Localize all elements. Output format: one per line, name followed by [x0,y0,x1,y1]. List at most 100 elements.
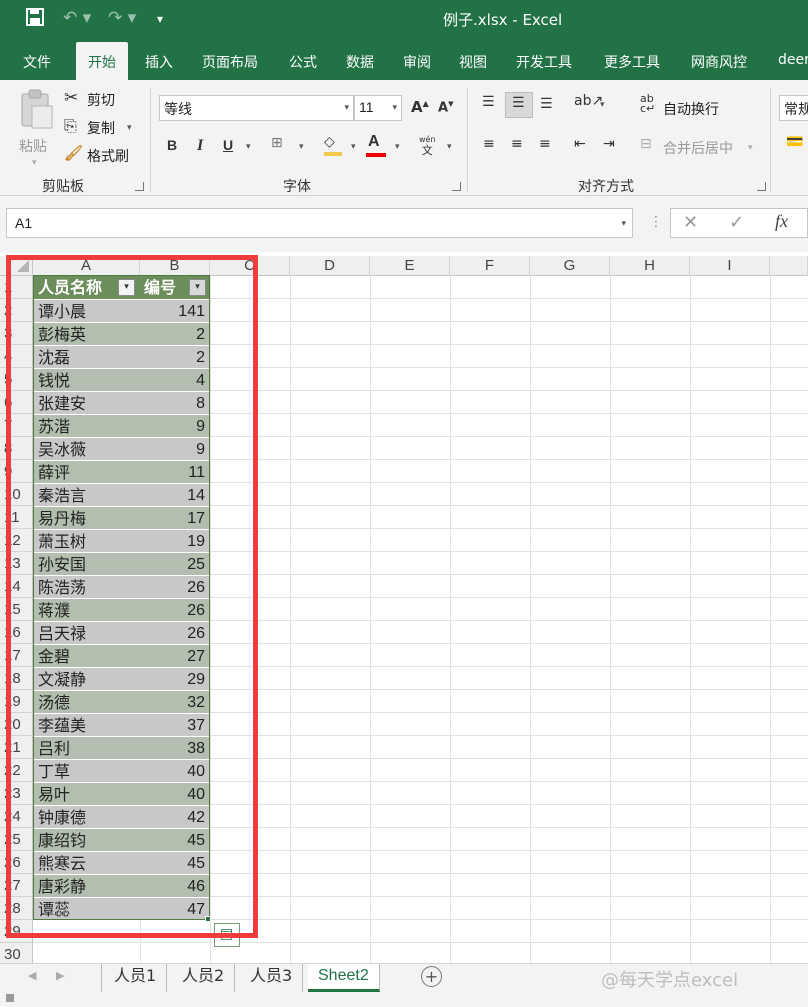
format-painter-icon: 🖌 [64,144,84,162]
column-header[interactable]: F [450,256,530,276]
underline-dropdown-icon[interactable]: ▾ [246,142,251,152]
borders-dropdown-icon[interactable]: ▾ [299,142,304,152]
align-bottom-icon[interactable]: ☰ [540,96,553,112]
increase-indent-icon[interactable]: ⇥ [603,136,615,152]
phonetic-guide-icon[interactable]: wén 文 [419,133,436,156]
save-icon[interactable] [26,8,44,31]
font-color-dropdown-icon[interactable]: ▾ [395,142,400,152]
insert-function-button[interactable]: fx [775,211,788,232]
row-header[interactable]: 30 [0,943,33,963]
paste-dropdown-icon[interactable]: ▾ [32,158,37,168]
name-box-dropdown-icon: ▾ [621,219,626,229]
gridline-vertical [770,276,771,963]
font-color-icon[interactable]: A [366,133,386,157]
tab-deer[interactable]: deer [778,52,808,68]
sheet-tab-sheet2[interactable]: Sheet2 [308,964,380,992]
italic-button[interactable]: I [197,137,203,155]
font-color-letter: A [368,133,380,150]
worksheet-grid[interactable]: ABCDEFGHI 1 2 3 4 5 6 7 8 9 10 11 12 13 14 15 16 17 18 19 2… [0,252,808,963]
gridline-vertical [690,276,691,963]
font-size-select[interactable]: 11 ▾ [354,95,402,121]
grow-font-icon[interactable]: A▲ [411,98,429,116]
tab-risk-control[interactable]: 网商风控 [691,52,747,72]
tab-more-tools[interactable]: 更多工具 [604,52,660,72]
bold-button[interactable]: B [167,137,177,153]
enter-icon[interactable]: ✓ [729,212,744,233]
align-middle-button[interactable]: ☰ [505,92,533,118]
format-painter-button[interactable]: 格式刷 [87,146,129,166]
cancel-icon[interactable]: ✕ [683,212,698,233]
align-left-icon[interactable]: ≡ [483,136,495,152]
gridline-vertical [530,276,531,963]
formula-buttons: ✕ ✓ fx [670,208,808,238]
redo-icon[interactable]: ↷ ▾ [108,8,136,28]
tab-file[interactable]: 文件 [23,52,51,72]
column-header[interactable]: H [610,256,690,276]
cut-button[interactable]: 剪切 [87,90,115,110]
clipboard-group-label: 剪贴板 [42,179,84,195]
number-format-select[interactable]: 常规 [779,95,808,121]
watermark-text: @每天学点excel [601,970,739,991]
orientation-dropdown-icon[interactable]: ▾ [600,100,605,110]
column-header[interactable]: D [290,256,370,276]
fill-color-dropdown-icon[interactable]: ▾ [351,142,356,152]
tab-formulas[interactable]: 公式 [289,52,317,72]
shrink-font-icon[interactable]: A▼ [438,100,453,115]
align-right-icon[interactable]: ≡ [539,136,551,152]
font-name-dropdown-icon: ▾ [344,103,349,113]
align-top-icon[interactable]: ☰ [482,94,495,110]
align-middle-icon: ☰ [512,95,525,111]
sheet-tab-renyuan3[interactable]: 人员3 [240,964,304,992]
font-launcher-icon[interactable] [452,182,461,191]
tab-view[interactable]: 视图 [459,52,487,72]
ribbon-separator [150,88,151,192]
undo-icon[interactable]: ↶ ▾ [63,8,91,28]
sheet-tab-renyuan2[interactable]: 人员2 [172,964,236,992]
tab-review[interactable]: 审阅 [403,52,431,72]
tab-page-layout[interactable]: 页面布局 [202,52,258,72]
merge-center-button[interactable]: 合并后居中 [663,138,733,158]
wrap-text-button[interactable]: 自动换行 [663,99,719,119]
paste-label: 粘贴 [19,139,47,155]
align-center-icon[interactable]: ≡ [511,136,523,152]
sheet-tab-bar: ◀ ▶ 人员1 人员2 人员3 Sheet2 + @每天学点excel [0,963,808,993]
formula-bar-resize-icon[interactable]: ⋮ [649,214,663,230]
column-header[interactable]: E [370,256,450,276]
tab-developer[interactable]: 开发工具 [516,52,572,72]
font-name-select[interactable]: 等线 ▾ [159,95,354,121]
name-box-value: A1 [15,215,33,231]
new-sheet-button[interactable]: + [421,966,442,987]
copy-button[interactable]: 复制 [87,118,115,138]
scroll-tabs-left-icon[interactable]: ◀ [28,969,36,982]
column-header[interactable]: I [690,256,770,276]
copy-dropdown-icon[interactable]: ▾ [127,123,132,133]
gridline-horizontal [33,942,808,943]
name-box[interactable]: A1 ▾ [6,208,633,238]
column-header[interactable] [770,256,808,276]
alignment-launcher-icon[interactable] [757,182,766,191]
merge-center-icon: ⊟ [640,136,652,152]
tab-data[interactable]: 数据 [346,52,374,72]
paste-button[interactable]: 粘贴 ▾ [16,88,56,168]
clipboard-launcher-icon[interactable] [135,182,144,191]
status-icon [6,994,14,1002]
scroll-tabs-right-icon[interactable]: ▶ [56,969,64,982]
orientation-icon[interactable]: ab↗ [574,93,603,109]
gridline-vertical [370,276,371,963]
underline-button[interactable]: U [223,137,233,153]
customize-qat-icon[interactable]: ▾ [157,12,163,26]
tab-home[interactable]: 开始 [76,42,128,80]
decrease-indent-icon[interactable]: ⇤ [574,136,586,152]
phonetic-pinyin: wén [419,135,436,144]
column-header[interactable]: G [530,256,610,276]
font-size-value: 11 [359,99,374,115]
sheet-tab-renyuan1[interactable]: 人员1 [104,964,168,992]
shrink-font-letter: A [438,100,449,116]
tab-insert[interactable]: 插入 [145,52,173,72]
phonetic-dropdown-icon[interactable]: ▾ [447,142,452,152]
borders-icon[interactable]: ⊞ [271,135,283,151]
accounting-format-icon[interactable]: 💳 [786,134,803,150]
gridline-vertical [610,276,611,963]
merge-dropdown-icon[interactable]: ▾ [748,143,753,153]
fill-color-icon[interactable]: ◇ [324,134,342,156]
